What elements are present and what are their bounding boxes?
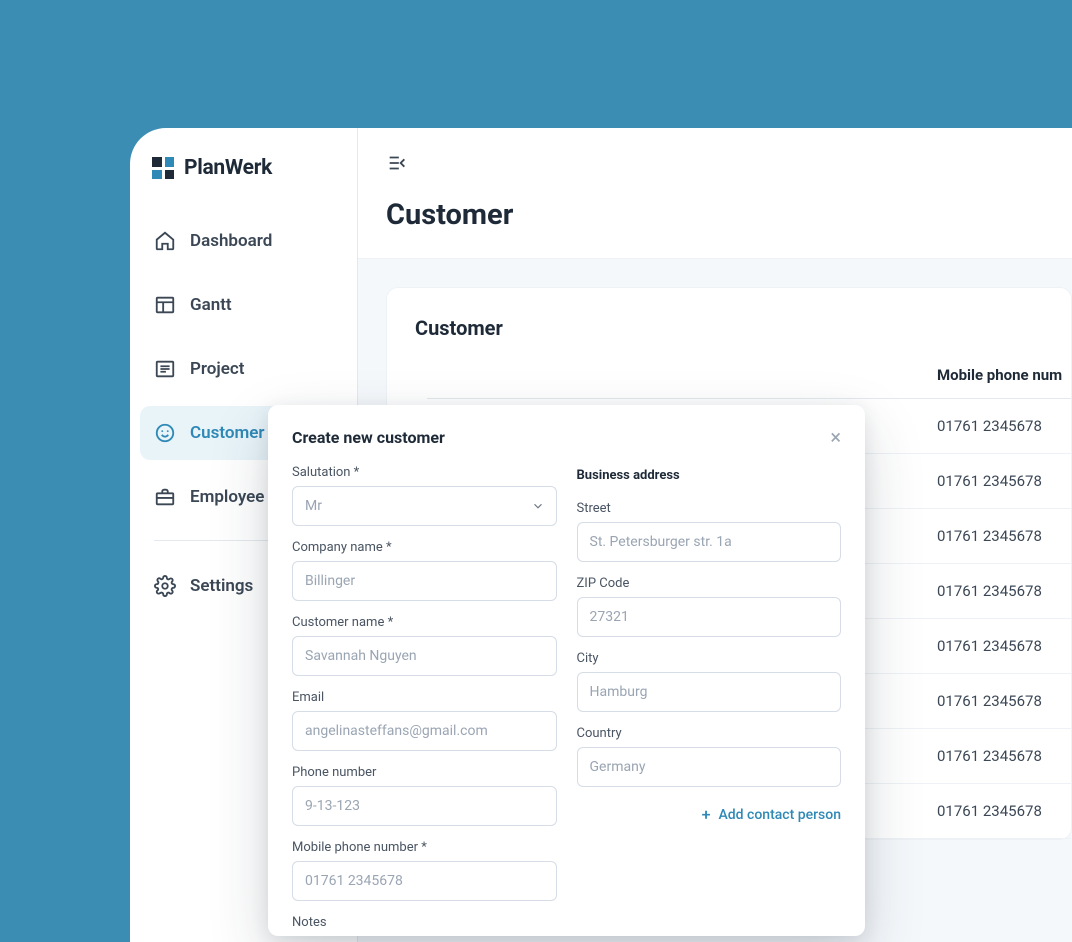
sidebar-item-label: Gantt — [190, 295, 232, 315]
brand-name: PlanWerk — [184, 156, 272, 180]
gear-icon — [154, 575, 176, 597]
sidebar-item-label: Dashboard — [190, 231, 272, 251]
city-input[interactable] — [577, 672, 842, 712]
street-input[interactable] — [577, 522, 842, 562]
sidebar-item-label: Customer — [190, 423, 265, 443]
sidebar-item-label: Project — [190, 359, 244, 379]
collapse-sidebar-icon[interactable] — [386, 152, 408, 174]
mobile-label: Mobile phone number * — [292, 840, 557, 855]
logo-icon — [152, 157, 174, 179]
city-label: City — [577, 651, 842, 666]
street-label: Street — [577, 501, 842, 516]
smile-icon — [154, 422, 176, 444]
table-header: Mobile phone num — [427, 366, 1071, 399]
country-input[interactable] — [577, 747, 842, 787]
salutation-select[interactable]: Mr — [292, 486, 557, 526]
sidebar-item-gantt[interactable]: Gantt — [140, 278, 347, 332]
column-mobile[interactable]: Mobile phone num — [927, 366, 1071, 384]
notes-label: Notes — [292, 915, 557, 930]
brand-logo[interactable]: PlanWerk — [130, 156, 357, 214]
email-input[interactable] — [292, 711, 557, 751]
company-label: Company name * — [292, 540, 557, 555]
sidebar-item-label: Employee — [190, 487, 264, 507]
zip-input[interactable] — [577, 597, 842, 637]
home-icon — [154, 230, 176, 252]
country-label: Country — [577, 726, 842, 741]
salutation-label: Salutation * — [292, 465, 557, 480]
briefcase-icon — [154, 486, 176, 508]
plus-icon: + — [702, 807, 711, 823]
modal-right-column: Business address Street ZIP Code City Co… — [577, 465, 842, 936]
mobile-input[interactable] — [292, 861, 557, 901]
card-title: Customer — [415, 316, 1071, 340]
modal-title: Create new customer — [292, 428, 445, 447]
page-title: Customer — [358, 192, 1072, 258]
sidebar-item-project[interactable]: Project — [140, 342, 347, 396]
email-label: Email — [292, 690, 557, 705]
phone-label: Phone number — [292, 765, 557, 780]
close-icon[interactable]: × — [830, 427, 841, 447]
layout-icon — [154, 294, 176, 316]
phone-input[interactable] — [292, 786, 557, 826]
sidebar-item-label: Settings — [190, 576, 253, 596]
topbar — [358, 128, 1072, 192]
create-customer-modal: Create new customer × Salutation * Mr Co… — [268, 405, 865, 936]
add-contact-label: Add contact person — [719, 807, 842, 823]
modal-left-column: Salutation * Mr Company name * Customer … — [292, 465, 557, 936]
list-icon — [154, 358, 176, 380]
business-address-label: Business address — [577, 468, 842, 483]
add-contact-person-button[interactable]: + Add contact person — [577, 801, 842, 823]
sidebar-item-dashboard[interactable]: Dashboard — [140, 214, 347, 268]
zip-label: ZIP Code — [577, 576, 842, 591]
customer-name-label: Customer name * — [292, 615, 557, 630]
customer-name-input[interactable] — [292, 636, 557, 676]
company-input[interactable] — [292, 561, 557, 601]
